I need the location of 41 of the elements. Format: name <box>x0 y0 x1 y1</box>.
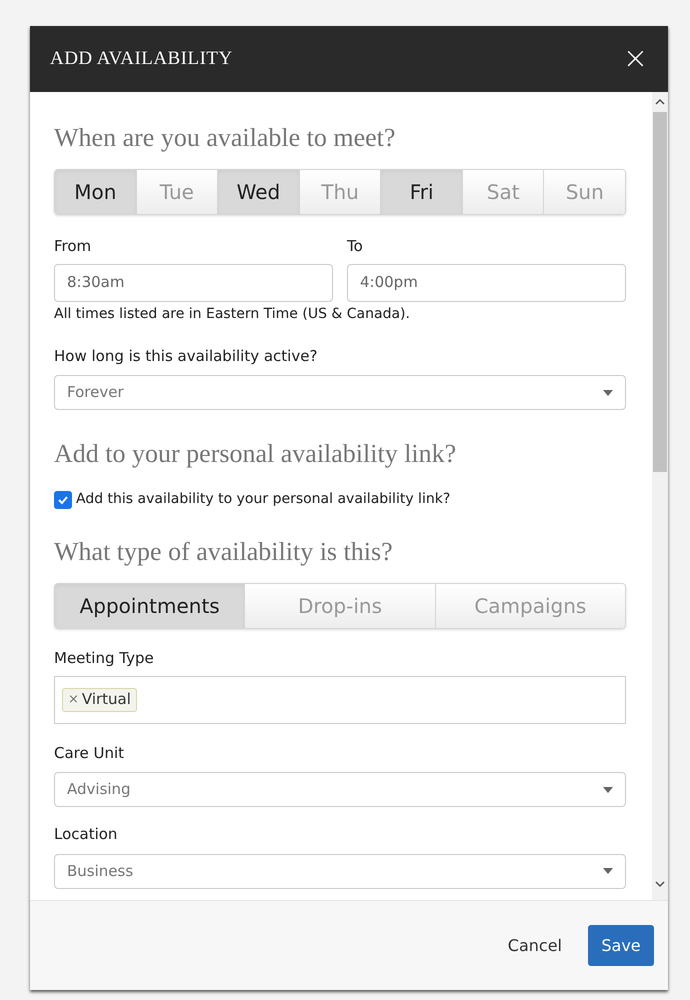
field-label: From <box>54 236 92 257</box>
scroll-down-icon[interactable] <box>655 880 665 888</box>
scrollbar[interactable] <box>652 92 668 900</box>
dropdown-field[interactable]: Forever <box>54 375 626 410</box>
cancel-button[interactable]: Cancel <box>508 934 562 958</box>
checkbox[interactable] <box>54 490 72 508</box>
caret-icon <box>603 868 613 874</box>
tag-chip: × Virtual <box>62 688 137 712</box>
field-label: Care Unit <box>54 742 126 764</box>
dialog-title: ADD AVAILABILITY <box>50 46 233 71</box>
timezone-note: All times listed are in Eastern Time (US & Canada). <box>54 304 411 324</box>
tag-input-field[interactable]: × Virtual <box>54 676 626 724</box>
time-field[interactable]: 4:00pm <box>347 264 626 302</box>
time-field[interactable]: 8:30am <box>54 264 333 302</box>
remove-tag-button[interactable]: × <box>68 690 79 710</box>
caret-icon <box>603 786 613 792</box>
field-label: Meeting Type <box>54 648 155 669</box>
field-label: Location <box>54 824 118 845</box>
section-heading: What type of availability is this? <box>54 536 394 568</box>
caret-icon <box>603 390 613 396</box>
scroll-up-icon[interactable] <box>655 98 665 106</box>
section-heading: Add to your personal availability link? <box>54 438 458 470</box>
day-toggle[interactable]: Wed <box>218 170 300 214</box>
day-toggle[interactable]: Thu <box>300 170 382 214</box>
close-button[interactable]: × <box>622 44 648 74</box>
type-toggle[interactable]: Campaigns <box>436 584 625 628</box>
checkbox-label: Add this availability to your personal availability link? <box>76 490 450 509</box>
day-toggle[interactable]: Fri <box>381 170 463 214</box>
section-heading: When are you available to meet? <box>54 122 396 154</box>
day-toggle[interactable]: Mon <box>55 170 137 214</box>
field-label: How long is this availability active? <box>54 346 318 366</box>
check-icon <box>57 494 69 506</box>
type-toggle[interactable]: Drop-ins <box>245 584 436 628</box>
save-button[interactable]: Save <box>588 925 654 966</box>
dropdown-field[interactable]: Advising <box>54 772 626 807</box>
day-toggle[interactable]: Sat <box>462 170 544 214</box>
type-toggle[interactable]: Appointments <box>55 584 246 628</box>
day-toggle[interactable]: Sun <box>544 170 625 214</box>
dropdown-field[interactable]: Business <box>54 854 626 888</box>
day-toggle[interactable]: Tue <box>136 170 218 214</box>
field-label: To <box>347 236 364 257</box>
